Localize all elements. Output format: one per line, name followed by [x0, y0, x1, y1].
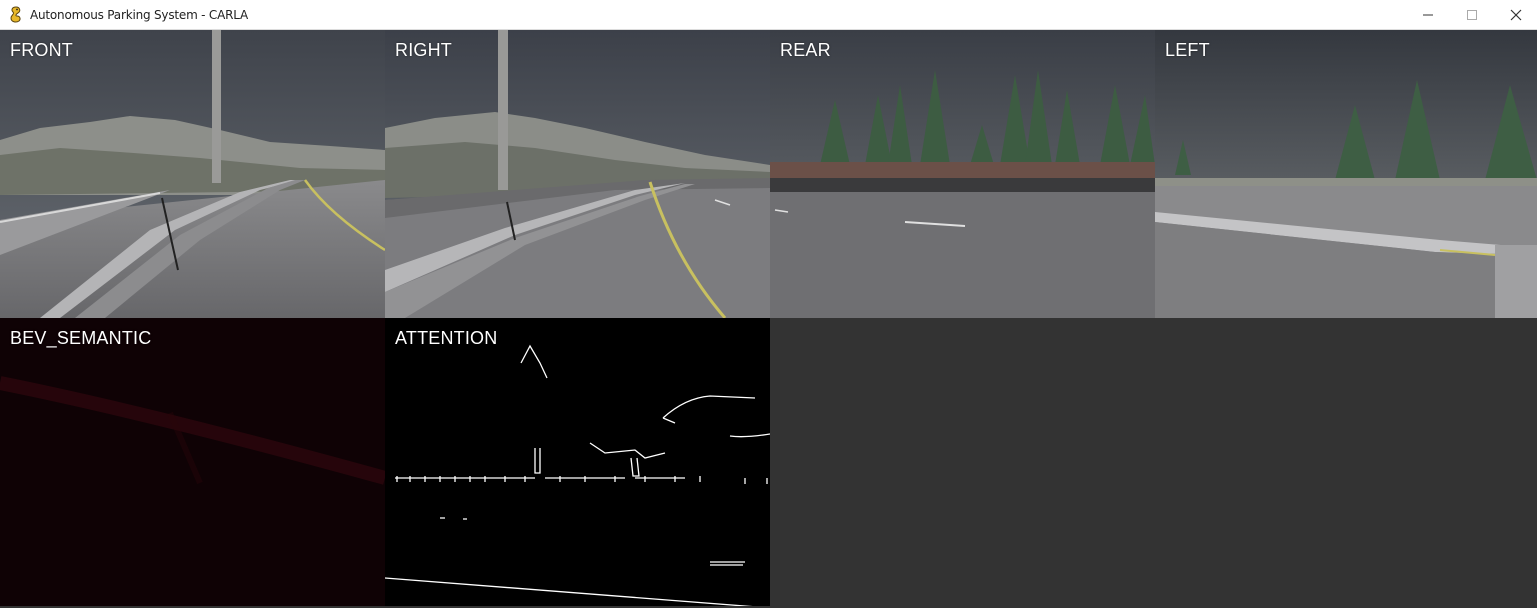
- maximize-button[interactable]: [1450, 0, 1494, 30]
- window-title: Autonomous Parking System - CARLA: [30, 8, 249, 22]
- bev-semantic-view: BEV_SEMANTIC: [0, 318, 385, 606]
- attention-view: ATTENTION: [385, 318, 770, 606]
- left-camera-image: [1155, 30, 1537, 318]
- front-view-label: FRONT: [10, 40, 73, 60]
- attention-label: ATTENTION: [395, 328, 498, 348]
- right-camera-image: [385, 30, 770, 318]
- right-view-label: RIGHT: [395, 40, 452, 60]
- rear-camera-image: [770, 30, 1155, 318]
- empty-view-slot: [770, 318, 1537, 606]
- close-icon: [1510, 9, 1522, 21]
- close-button[interactable]: [1494, 0, 1537, 30]
- rear-camera-view: REAR: [770, 30, 1155, 318]
- bev-semantic-image: [0, 376, 385, 485]
- pygame-snake-icon: [10, 6, 21, 23]
- left-camera-view: LEFT: [1155, 30, 1537, 318]
- window-title-bar[interactable]: Autonomous Parking System - CARLA: [0, 0, 1537, 30]
- left-view-label: LEFT: [1165, 40, 1210, 60]
- front-camera-view: FRONT: [0, 30, 385, 318]
- bev-semantic-label: BEV_SEMANTIC: [10, 328, 152, 348]
- rear-view-label: REAR: [780, 40, 831, 60]
- front-camera-image: [0, 30, 385, 318]
- minimize-button[interactable]: [1406, 0, 1450, 30]
- camera-grid: FRONT RIGHT REAR LEFT BEV_SEMANTIC ATTEN…: [0, 30, 1537, 608]
- minimize-icon: [1423, 14, 1433, 16]
- attention-edge-map: [385, 344, 770, 606]
- maximize-icon: [1467, 10, 1477, 20]
- right-camera-view: RIGHT: [385, 30, 770, 318]
